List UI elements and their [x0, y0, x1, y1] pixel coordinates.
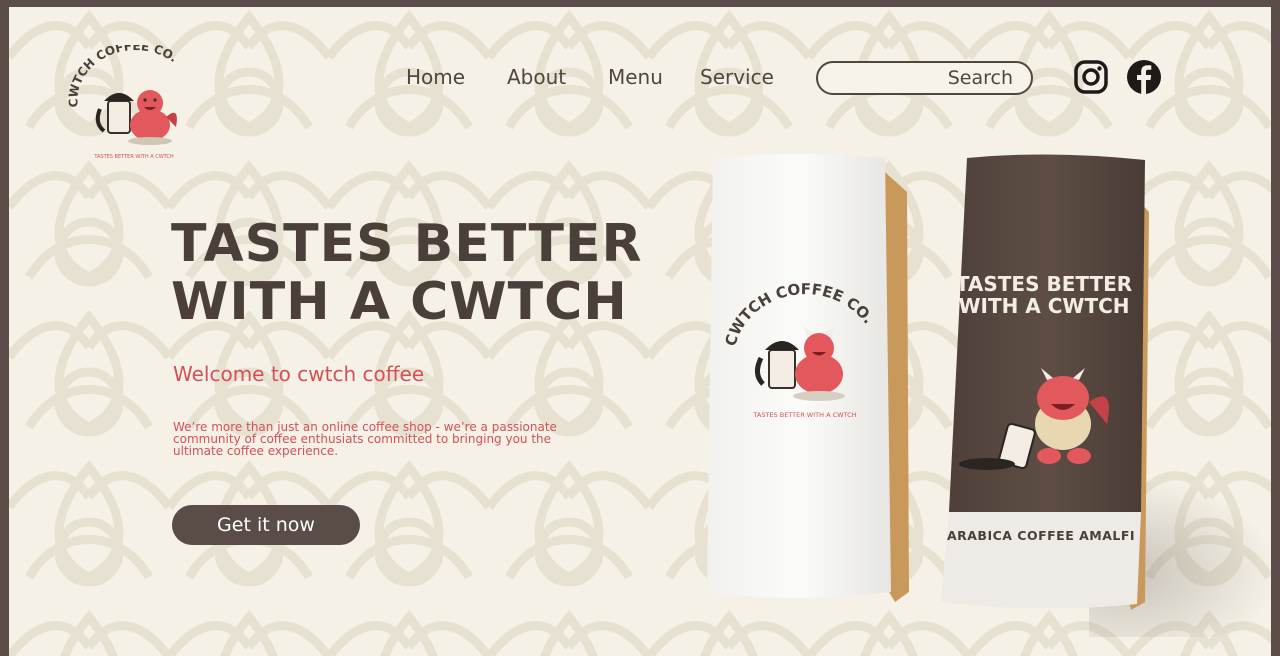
- nav-menu[interactable]: Menu: [608, 65, 663, 89]
- hero-description: We’re more than just an online coffee sh…: [173, 420, 557, 458]
- instagram-icon[interactable]: [1073, 59, 1109, 95]
- page-frame: CWTCH COFFEE CO. TASTES BETTER WITH A CW…: [9, 7, 1271, 656]
- hero-headline-line2: WITH A CWTCH: [171, 272, 628, 332]
- get-it-now-button[interactable]: Get it now: [172, 505, 360, 545]
- dark-bag-tagline: TASTES BETTER WITH A CWTCH: [939, 273, 1149, 317]
- nav-service[interactable]: Service: [700, 65, 774, 89]
- facebook-icon[interactable]: [1126, 59, 1162, 95]
- nav-about[interactable]: About: [507, 65, 566, 89]
- dark-bag-tagline-line2: WITH A CWTCH: [958, 294, 1130, 318]
- white-bag-tagline: TASTES BETTER WITH A CWTCH: [752, 411, 856, 419]
- white-coffee-bag[interactable]: CWTCH COFFEE CO. TASTES BETTER WITH A CW…: [695, 152, 913, 604]
- welcome-text: Welcome to cwtch coffee: [173, 362, 425, 386]
- hero-headline: TASTES BETTER WITH A CWTCH: [171, 215, 643, 331]
- nav-home[interactable]: Home: [406, 65, 465, 89]
- dark-coffee-bag[interactable]: [931, 152, 1153, 612]
- brand-logo[interactable]: CWTCH COFFEE CO. TASTES BETTER WITH A CW…: [64, 45, 204, 163]
- dark-bag-label: ARABICA COFFEE AMALFI: [946, 528, 1136, 543]
- logo-tagline: TASTES BETTER WITH A CWTCH: [93, 154, 174, 160]
- hero-headline-line1: TASTES BETTER: [171, 214, 643, 274]
- dark-bag-tagline-line1: TASTES BETTER: [955, 272, 1133, 296]
- search-input[interactable]: [818, 63, 1031, 93]
- search-box[interactable]: [816, 61, 1033, 95]
